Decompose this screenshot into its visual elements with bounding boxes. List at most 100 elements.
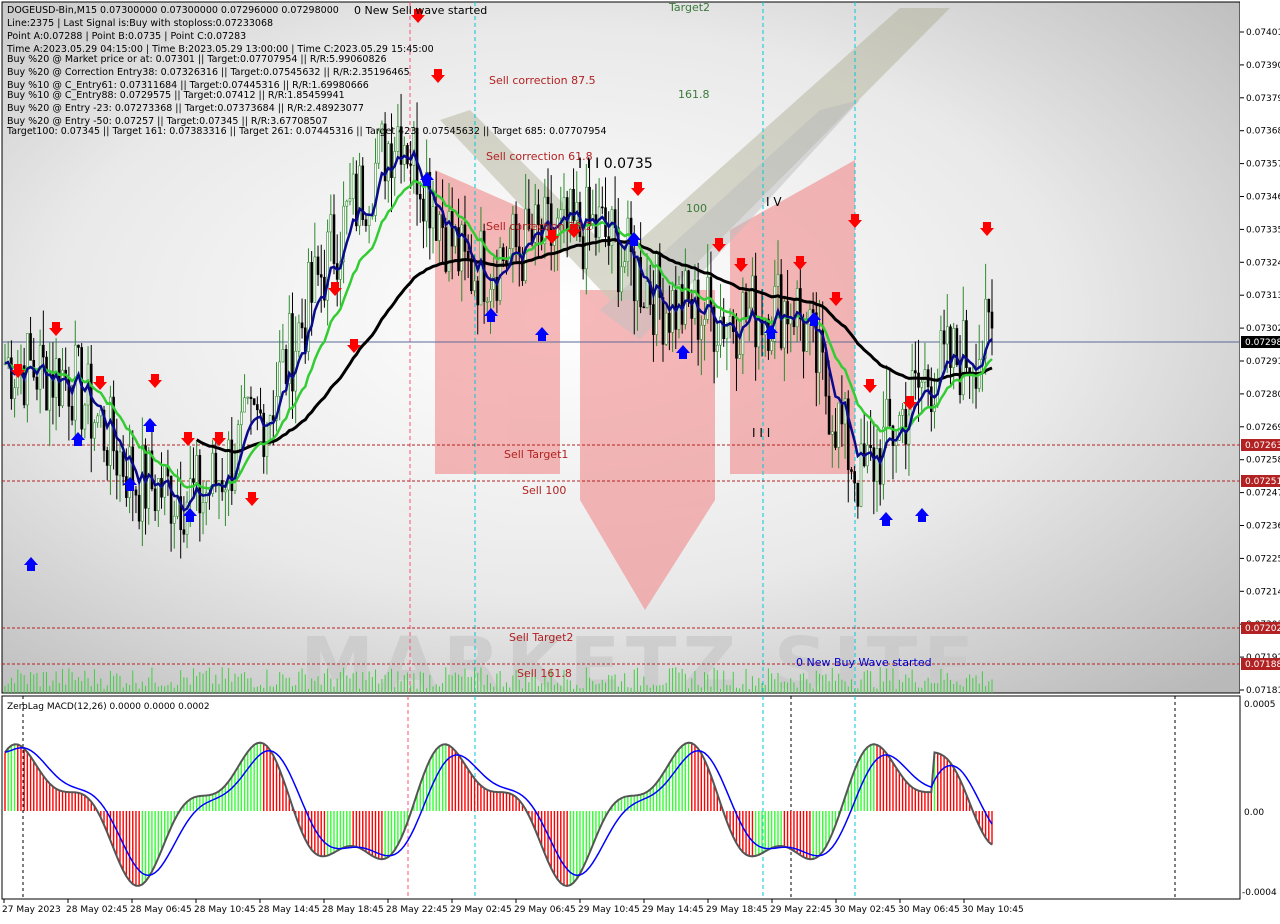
candle-body: [818, 330, 821, 373]
candle-body: [329, 214, 333, 233]
candle-body: [661, 297, 665, 345]
candle-body: [300, 322, 304, 329]
candle-body: [904, 408, 908, 445]
info-line-0: DOGEUSD-Bin,M15 0.07300000 0.07300000 0.…: [7, 5, 339, 16]
price-level-label: I I I 0.0735: [578, 156, 653, 172]
candle-body: [42, 344, 45, 358]
candle-body: [466, 251, 470, 259]
candle-body: [406, 145, 409, 165]
candle-body: [652, 304, 655, 335]
candle-body: [703, 319, 706, 326]
price-tick-label: 0.07379: [1246, 94, 1280, 104]
time-tick-label: 29 May 02:45: [450, 905, 512, 915]
price-tick-label: 0.07214: [1246, 587, 1280, 597]
price-tick-label: 0.07313: [1246, 291, 1280, 301]
candle-body: [942, 330, 946, 345]
candle-body: [917, 372, 920, 388]
candle-body: [137, 494, 141, 522]
sell-target1-badge-text: 0.07263: [1245, 441, 1280, 451]
price-tick-label: 0.07357: [1246, 160, 1280, 170]
candle-body: [952, 328, 955, 368]
time-axis: 27 May 2023 28 May 02:45 28 May 06:45 28 Ma…: [2, 899, 1024, 915]
price-tick-label: 0.07269: [1246, 423, 1280, 433]
candle-body: [438, 214, 441, 241]
candle-body: [70, 405, 74, 421]
candle-body: [35, 376, 39, 390]
candle-body: [348, 198, 352, 202]
candle-body: [872, 447, 876, 482]
candle-body: [642, 306, 646, 309]
candle-body: [668, 312, 671, 333]
candle-body: [109, 396, 112, 466]
candle-body: [422, 198, 425, 222]
candle-body: [486, 301, 489, 303]
candle-body: [581, 236, 585, 270]
candle-body: [757, 318, 761, 348]
time-tick-label: 29 May 18:45: [706, 905, 768, 915]
candle-body: [310, 262, 313, 303]
price-tick-label: 0.07236: [1246, 522, 1280, 532]
candle-body: [588, 186, 591, 225]
time-tick-label: 28 May 22:45: [386, 905, 448, 915]
candle-body: [546, 196, 550, 205]
time-tick-label: 30 May 06:45: [898, 905, 960, 915]
candle-body: [687, 270, 690, 300]
candle-body: [188, 478, 192, 503]
candle-body: [888, 398, 892, 427]
candle-body: [345, 200, 349, 207]
candle-body: [834, 431, 837, 448]
sell-target2-label: Sell Target2: [509, 631, 573, 644]
sell-target1-label: Sell Target1: [504, 448, 568, 461]
target2-label: Target2: [668, 1, 710, 14]
candle-body: [77, 344, 80, 348]
price-tick-label: 0.07280: [1246, 390, 1280, 400]
candle-body: [751, 275, 754, 309]
candle-body: [623, 261, 626, 268]
candle-body: [802, 318, 805, 352]
candle-body: [93, 422, 96, 439]
candle-body: [562, 197, 566, 211]
candle-body: [387, 143, 390, 182]
candle-body: [195, 455, 198, 483]
candle-body: [390, 143, 393, 179]
candle-body: [281, 349, 285, 363]
wave-iv-label: I V: [766, 195, 782, 209]
price-tick-label: 0.07181: [1246, 686, 1280, 696]
candle-body: [754, 275, 757, 348]
candle-body: [470, 258, 473, 291]
info-line-5: Buy %20 @ Correction Entry38: 0.07326316…: [7, 67, 410, 78]
price-tick-label: 0.07302: [1246, 324, 1280, 334]
candle-body: [744, 292, 748, 318]
candle-body: [364, 219, 368, 227]
candle-body: [243, 397, 246, 413]
time-tick-label: 29 May 06:45: [514, 905, 576, 915]
sell-corr-618-label: Sell correction 61.8: [486, 150, 593, 163]
price-tick-label: 0.07335: [1246, 225, 1280, 235]
price-tick-label: 0.07291: [1246, 357, 1280, 367]
candle-body: [738, 354, 741, 359]
candle-body: [875, 448, 879, 482]
macd-title: ZeroLag MACD(12,26) 0.0000 0.0000 0.0002: [7, 702, 210, 712]
candle-body: [291, 313, 294, 392]
fib-1618-label: 161.8: [678, 88, 710, 101]
price-tick-label: 0.07324: [1246, 258, 1280, 268]
candle-body: [431, 206, 435, 229]
candle-body: [358, 165, 361, 227]
candle-body: [224, 489, 227, 493]
price-tick-label: 0.07258: [1246, 456, 1280, 466]
candle-body: [240, 411, 243, 425]
fib-100-label: 100: [686, 202, 707, 215]
info-line-1: Line:2375 | Last Signal is:Buy with stop…: [7, 18, 273, 29]
candle-body: [939, 330, 943, 383]
macd-pane[interactable]: ZeroLag MACD(12,26) 0.0000 0.0000 0.0002…: [1, 695, 1277, 900]
price-tick-label: 0.07390: [1246, 61, 1280, 71]
candle-body: [115, 450, 119, 476]
price-pane[interactable]: MARKETZ SITE 0 New Sell wave started Tar…: [1, 1, 1241, 708]
candle-body: [786, 301, 789, 325]
candle-body: [869, 445, 872, 448]
candle-body: [262, 412, 266, 457]
candle-body: [297, 322, 301, 352]
candle-body: [632, 251, 636, 302]
candle-body: [319, 274, 323, 278]
candle-body: [182, 529, 186, 535]
